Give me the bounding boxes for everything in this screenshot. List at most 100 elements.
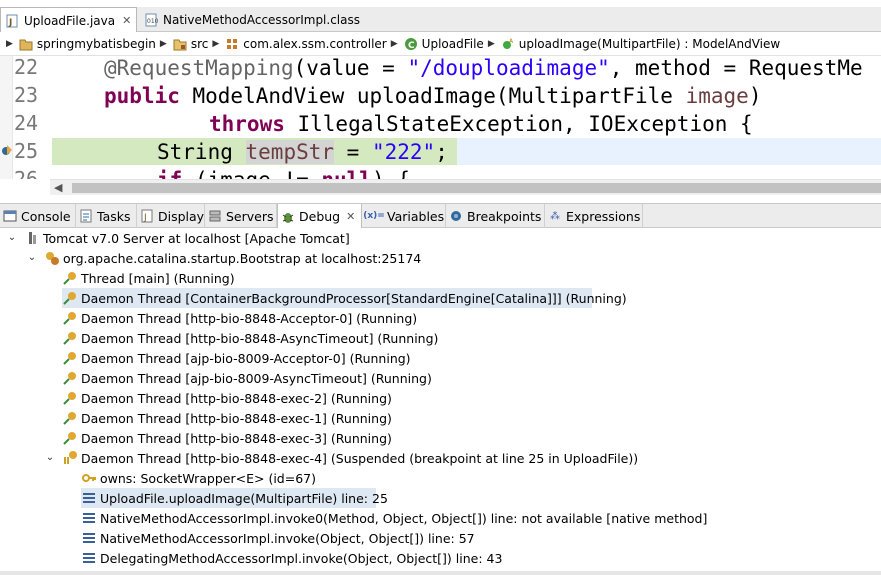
tree-item-thread-suspended[interactable]: Daemon Thread [http-bio-8848-exec-4] (Su… <box>62 448 638 468</box>
tab-label: Variables <box>387 208 445 224</box>
tree-item-label: NativeMethodAccessorImpl.invoke0(Method,… <box>100 510 708 526</box>
tree-item-thread[interactable]: Daemon Thread [ajp-bio-8009-AsyncTimeout… <box>62 368 432 388</box>
breadcrumb-item-class[interactable]: C UploadFile <box>404 37 484 51</box>
code-token: (image != <box>182 168 321 179</box>
string-token: "222" <box>371 140 436 164</box>
tab-label: Tasks <box>97 208 131 224</box>
svg-text:A: A <box>509 38 514 45</box>
tree-item-server[interactable]: Tomcat v7.0 Server at localhost [Apache … <box>24 228 350 248</box>
chevron-down-icon[interactable]: ⌄ <box>7 232 17 243</box>
keyword-token: if <box>157 168 182 179</box>
view-tab-bar: Console Tasks J Display Servers Debug ✕ … <box>0 203 881 229</box>
tree-item-label: owns: SocketWrapper<E> (id=67) <box>100 470 316 486</box>
code-token: = <box>334 140 372 164</box>
tree-item-label: Daemon Thread [ajp-bio-8009-AsyncTimeout… <box>81 370 432 386</box>
tab-uploadfile-java[interactable]: J UploadFile.java ✕ <box>0 7 137 33</box>
line-number: 25 <box>14 139 39 163</box>
chevron-down-icon[interactable]: ⌄ <box>27 252 37 263</box>
tasks-icon <box>79 209 93 223</box>
debug-tree[interactable]: ⌄ Tomcat v7.0 Server at localhost [Apach… <box>0 228 881 575</box>
tree-item-stack-frame[interactable]: UploadFile.uploadImage(MultipartFile) li… <box>81 488 388 508</box>
annotation-token: @RequestMapping <box>104 56 294 80</box>
tree-item-monitor[interactable]: owns: SocketWrapper<E> (id=67) <box>81 468 316 488</box>
tab-display[interactable]: J Display <box>137 204 205 228</box>
tree-item-stack-frame[interactable]: NativeMethodAccessorImpl.invoke(Object, … <box>81 528 475 548</box>
tree-item-thread[interactable]: Daemon Thread [http-bio-8848-exec-1] (Ru… <box>62 408 392 428</box>
line-number: 24 <box>14 111 39 135</box>
code-token: , method = RequestMe <box>609 56 863 80</box>
thread-running-icon <box>62 410 78 426</box>
tree-item-label: Daemon Thread [http-bio-8848-exec-2] (Ru… <box>81 390 392 406</box>
tab-nativemethodaccessorimpl-class[interactable]: 010 NativeMethodAccessorImpl.class <box>140 7 370 32</box>
line-number-gutter: 22 23 24 25 26 <box>14 56 50 179</box>
thread-running-icon <box>62 290 78 306</box>
tree-item-stack-frame[interactable]: NativeMethodAccessorImpl.invoke0(Method,… <box>81 508 707 528</box>
breadcrumb-item-method[interactable]: A uploadImage(MultipartFile) : ModelAndV… <box>501 37 780 51</box>
breadcrumb-label: src <box>190 36 209 51</box>
thread-running-icon <box>62 430 78 446</box>
tab-label: Display <box>158 208 205 224</box>
breadcrumb-label: UploadFile <box>421 36 484 51</box>
chevron-right-icon: ▶ <box>390 38 398 49</box>
breadcrumb-item-src[interactable]: src <box>173 36 209 51</box>
keyword-token: null <box>321 168 372 179</box>
line-number: 22 <box>14 56 39 79</box>
string-token: "/douploadimage" <box>407 56 610 80</box>
method-icon: A <box>501 37 515 51</box>
tab-breakpoints[interactable]: Breakpoints <box>446 204 545 228</box>
code-line-24: throws IllegalStateException, IOExceptio… <box>209 110 753 138</box>
breadcrumb-item-package[interactable]: com.alex.ssm.controller <box>225 37 387 51</box>
package-icon <box>225 37 239 51</box>
tree-item-label: org.apache.catalina.startup.Bootstrap at… <box>63 250 422 266</box>
horizontal-scrollbar[interactable] <box>0 571 881 575</box>
tree-item-label: Daemon Thread [http-bio-8848-AsyncTimeou… <box>81 330 439 346</box>
tab-variables[interactable]: (x)= Variables <box>362 204 446 228</box>
tree-item-bootstrap[interactable]: org.apache.catalina.startup.Bootstrap at… <box>44 248 421 268</box>
tree-item-label: NativeMethodAccessorImpl.invoke(Object, … <box>100 530 475 546</box>
tree-item-thread[interactable]: Daemon Thread [http-bio-8848-Acceptor-0]… <box>62 308 417 328</box>
tab-console[interactable]: Console <box>0 204 76 228</box>
chevron-down-icon[interactable]: ⌄ <box>45 452 55 463</box>
breakpoint-marker-icon[interactable] <box>1 144 13 156</box>
tree-item-thread[interactable]: Daemon Thread [http-bio-8848-exec-2] (Ru… <box>62 388 392 408</box>
chevron-right-icon: ▶ <box>487 38 495 49</box>
svg-text:J: J <box>143 213 147 223</box>
thread-running-icon <box>62 270 78 286</box>
tree-item-label: Daemon Thread [http-bio-8848-Acceptor-0]… <box>81 310 418 326</box>
thread-running-icon <box>62 350 78 366</box>
tab-servers[interactable]: Servers <box>205 204 277 228</box>
code-editor[interactable]: 22 23 24 25 26 @RequestMapping(value = "… <box>0 56 881 179</box>
keyword-token: throws <box>209 112 285 136</box>
code-text-area[interactable]: @RequestMapping(value = "/douploadimage"… <box>52 56 881 179</box>
horizontal-scrollbar[interactable]: ◀ <box>50 179 881 195</box>
close-tab-icon[interactable]: ✕ <box>346 210 355 223</box>
close-tab-icon[interactable]: ✕ <box>122 14 131 27</box>
stack-frame-icon <box>81 550 97 566</box>
code-line-25: String tempStr = "222"; <box>157 138 448 166</box>
stack-frame-icon <box>81 530 97 546</box>
tree-item-thread[interactable]: Daemon Thread [ajp-bio-8009-Acceptor-0] … <box>62 348 411 368</box>
key-icon <box>81 470 97 486</box>
thread-running-icon <box>62 390 78 406</box>
tree-item-stack-frame[interactable]: DelegatingMethodAccessorImpl.invoke(Obje… <box>81 548 502 568</box>
breadcrumb-label: springmybatisbegin <box>36 36 156 51</box>
scroll-left-icon[interactable]: ◀ <box>54 181 62 194</box>
tree-item-label: Daemon Thread [ContainerBackgroundProces… <box>81 290 627 306</box>
keyword-token: public <box>104 84 180 108</box>
breadcrumb-item-project[interactable]: springmybatisbegin <box>19 37 156 51</box>
svg-text:C: C <box>408 41 415 51</box>
tab-tasks[interactable]: Tasks <box>76 204 137 228</box>
scrollbar-thumb[interactable] <box>72 183 881 193</box>
tree-item-label: Daemon Thread [http-bio-8848-exec-3] (Ru… <box>81 430 392 446</box>
tree-item-thread[interactable]: Daemon Thread [http-bio-8848-exec-3] (Ru… <box>62 428 392 448</box>
editor-tab-bar: J UploadFile.java ✕ 010 NativeMethodAcce… <box>0 7 881 33</box>
tree-item-label: Thread [main] (Running) <box>81 270 235 286</box>
tab-expressions[interactable]: ⁂ Expressions <box>545 204 643 228</box>
tree-item-thread[interactable]: Thread [main] (Running) <box>62 268 235 288</box>
annotation-ruler[interactable] <box>0 56 13 179</box>
code-line-23: public ModelAndView uploadImage(Multipar… <box>104 82 761 110</box>
tree-item-thread[interactable]: Daemon Thread [http-bio-8848-AsyncTimeou… <box>62 328 438 348</box>
code-token: ModelAndView uploadImage(MultipartFile <box>179 84 686 108</box>
tab-debug[interactable]: Debug ✕ <box>277 204 362 229</box>
tree-item-thread[interactable]: Daemon Thread [ContainerBackgroundProces… <box>62 288 627 308</box>
